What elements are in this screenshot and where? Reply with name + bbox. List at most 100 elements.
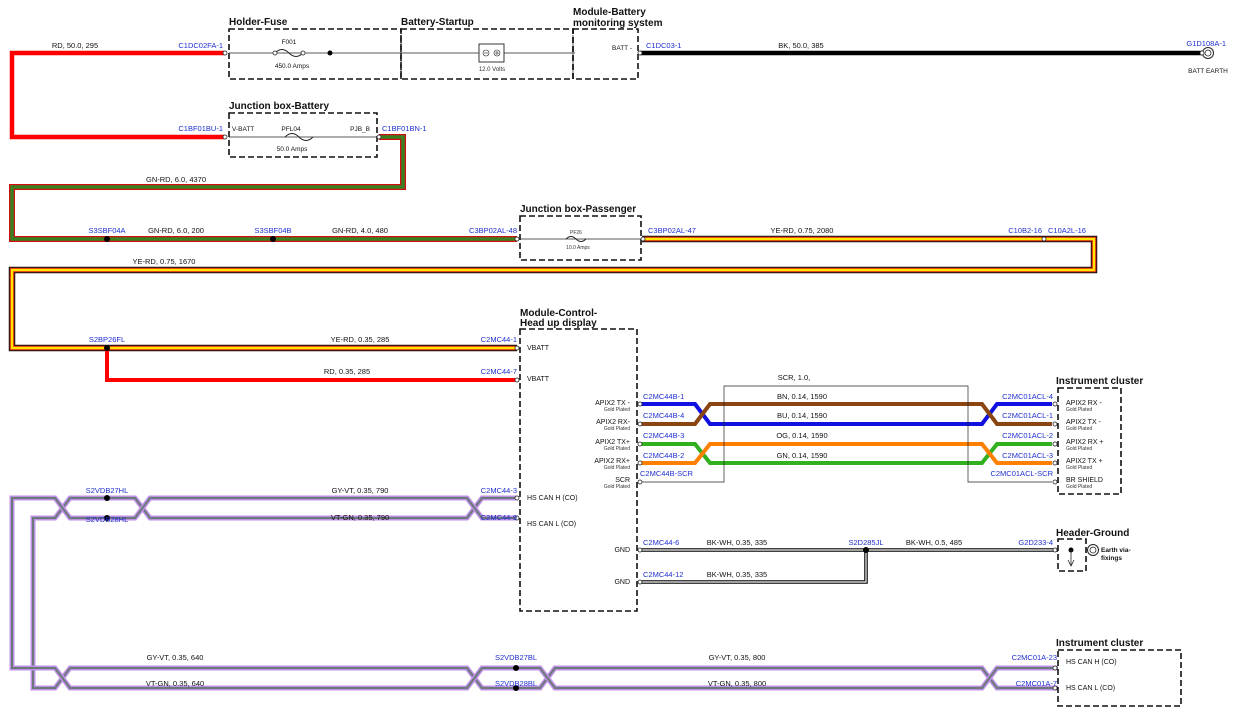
batt-earth-label: BATT EARTH [1188, 68, 1228, 75]
conn-g1d108a: G1D108A-1 [1186, 39, 1226, 48]
pin-ic-tx-minus: APIX2 TX - [1066, 419, 1102, 426]
conn-c1bf01bu: C1BF01BU-1 [178, 124, 223, 133]
wire-yerd-075 [8, 235, 1098, 352]
wire-label-scr: SCR, 1.0, [778, 373, 811, 382]
battery-icon [478, 43, 505, 63]
title-instrument-cluster-2: Instrument cluster [1056, 638, 1143, 649]
pin-gold-2: Gold Plated [604, 426, 630, 432]
pin-ic-gold-3: Gold Plated [1066, 446, 1092, 452]
apix-twisted-pairs [640, 385, 1052, 483]
title-module-battery-1: Module-Battery [573, 7, 646, 18]
title-battery-startup: Battery-Startup [401, 17, 474, 28]
pin-ic-gold-5: Gold Plated [1066, 484, 1092, 490]
pin-apix-tx-plus: APIX2 TX+ [595, 439, 630, 446]
pin-vbatt-1: VBATT [527, 345, 550, 352]
conn-c2mc44-6: C2MC44-6 [643, 538, 679, 547]
pin-ic-shield: BR SHIELD [1066, 477, 1103, 484]
earth-via-label-1: Earth via- [1101, 547, 1131, 554]
conn-c2mc44-1: C2MC44-1 [481, 335, 517, 344]
conn-c3bp02al48: C3BP02AL-48 [469, 226, 517, 235]
conn-c2mc44-12: C2MC44-12 [643, 570, 683, 579]
pin-gnd-2: GND [614, 579, 630, 586]
title-junction-passenger: Junction box-Passenger [520, 204, 636, 215]
conn-c10a2l: C10A2L-16 [1048, 226, 1086, 235]
conn-c3bp02al47: C3BP02AL-47 [648, 226, 696, 235]
ground-wires [640, 548, 1058, 584]
wire-label-rd-285: RD, 0.35, 285 [324, 367, 370, 376]
wire-label-gnrd-4370: GN-RD, 6.0, 4370 [146, 175, 206, 184]
wire-label-gyvt-800: GY-VT, 0.35, 800 [709, 653, 766, 662]
conn-s2vdb28hl: S2VDB28HL [86, 515, 129, 524]
f001-rating: 450.0 Amps [275, 63, 310, 70]
title-module-battery-2: monitoring system [573, 18, 663, 29]
pfl04-label: PFL04 [281, 126, 301, 133]
wire-label-yerd-285: YE-RD, 0.35, 285 [331, 335, 390, 344]
conn-c2mc44-7: C2MC44-7 [481, 367, 517, 376]
title-holder-fuse: Holder-Fuse [229, 17, 288, 28]
wire-label-vtgn-640: VT-GN, 0.35, 640 [146, 679, 204, 688]
wire-label-gnrd-480: GN-RD, 4.0, 480 [332, 226, 388, 235]
conn-s2vdb28bl: S2VDB28BL [495, 679, 537, 688]
conn-g2d233: G2D233-4 [1018, 538, 1053, 547]
conn-s2d285jl: S2D285JL [848, 538, 883, 547]
conn-c2mc44b-scr: C2MC44B-SCR [640, 469, 694, 478]
pin-apix-rx-minus: APIX2 RX- [596, 419, 631, 426]
conn-c10b2: C10B2-16 [1008, 226, 1042, 235]
conn-c2mc01a-7: C2MC01A-7 [1016, 679, 1057, 688]
conn-s2bp26fl: S2BP26FL [89, 335, 125, 344]
vbatt-pin: V-BATT [232, 126, 254, 133]
conn-c1dc02fa: C1DC02FA-1 [178, 41, 223, 50]
wire-label-gnrd-200: GN-RD, 6.0, 200 [148, 226, 204, 235]
earth-via-label-2: fixings [1101, 555, 1122, 562]
wire-label-yerd-2080: YE-RD, 0.75, 2080 [771, 226, 834, 235]
pin-gold-3: Gold Plated [604, 446, 630, 452]
battery-rating: 12.0 Volts [479, 67, 505, 73]
conn-c2mc01acl-1: C2MC01ACL-1 [1002, 411, 1053, 420]
pin-gold-1: Gold Plated [604, 407, 630, 413]
conn-c2mc01acl-3: C2MC01ACL-3 [1002, 451, 1053, 460]
pf26-rating: 10.0 Amps [566, 245, 590, 251]
pin-gold-4: Gold Plated [604, 465, 630, 471]
header-earth-icon [1067, 544, 1099, 567]
conn-c2mc44b-1: C2MC44B-1 [643, 392, 684, 401]
pin-ic-gold-4: Gold Plated [1066, 465, 1092, 471]
conn-c2mc44-3: C2MC44-3 [481, 486, 517, 495]
conn-c2mc44b-3: C2MC44B-3 [643, 431, 684, 440]
pin-ic-gold-1: Gold Plated [1066, 407, 1092, 413]
wire-label-bkwh-335b: BK-WH, 0.35, 335 [707, 570, 767, 579]
wire-label-yerd-1670: YE-RD, 0.75, 1670 [133, 257, 196, 266]
pin-gnd-1: GND [614, 547, 630, 554]
conn-c1dc03: C1DC03-1 [646, 41, 681, 50]
pin-apix-rx-plus: APIX2 RX+ [594, 458, 630, 465]
title-module-hud-2: Head up display [520, 318, 597, 329]
wire-label-vtgn-790: VT-GN, 0.35, 790 [331, 513, 389, 522]
wire-label-vtgn-800: VT-GN, 0.35, 800 [708, 679, 766, 688]
pin-vbatt-2: VBATT [527, 376, 550, 383]
pin-ic-rx-plus: APIX2 RX + [1066, 439, 1104, 446]
module-battery-box [572, 28, 639, 80]
wire-label-og: OG, 0.14, 1590 [776, 431, 827, 440]
holder-fuse-box [228, 28, 402, 80]
pf26-label: PF26 [570, 230, 582, 236]
wire-label-bu: BU, 0.14, 1590 [777, 411, 827, 420]
conn-c2mc44b-2: C2MC44B-2 [643, 451, 684, 460]
pin-ic-rx-minus: APIX2 RX - [1066, 400, 1102, 407]
wiring-diagram: Holder-Fuse Battery-Startup Module-Batte… [8, 7, 1228, 707]
conn-c2mc01acl-4: C2MC01ACL-4 [1002, 392, 1053, 401]
pin-ic-gold-2: Gold Plated [1066, 426, 1092, 432]
terminals [222, 50, 1205, 691]
pfl04-rating: 50.0 Amps [277, 146, 308, 153]
conn-s3sbf04b: S3SBF04B [254, 226, 291, 235]
conn-c2mc44b-4: C2MC44B-4 [643, 411, 684, 420]
conn-c1bf01bn: C1BF01BN-1 [382, 124, 427, 133]
wire-label-gn: GN, 0.14, 1590 [777, 451, 828, 460]
pin-gold-5: Gold Plated [604, 484, 630, 490]
batt-minus-pin: BATT - [612, 45, 632, 52]
header-ground-box [1057, 538, 1087, 572]
wire-label-bkwh-335a: BK-WH, 0.35, 335 [707, 538, 767, 547]
conn-s3sbf04a: S3SBF04A [88, 226, 125, 235]
pin-ic-tx-plus: APIX2 TX + [1066, 458, 1103, 465]
junction-passenger-box [519, 215, 642, 261]
pjb-pin: PJB_B [350, 126, 370, 133]
conn-s2vdb27hl: S2VDB27HL [86, 486, 129, 495]
